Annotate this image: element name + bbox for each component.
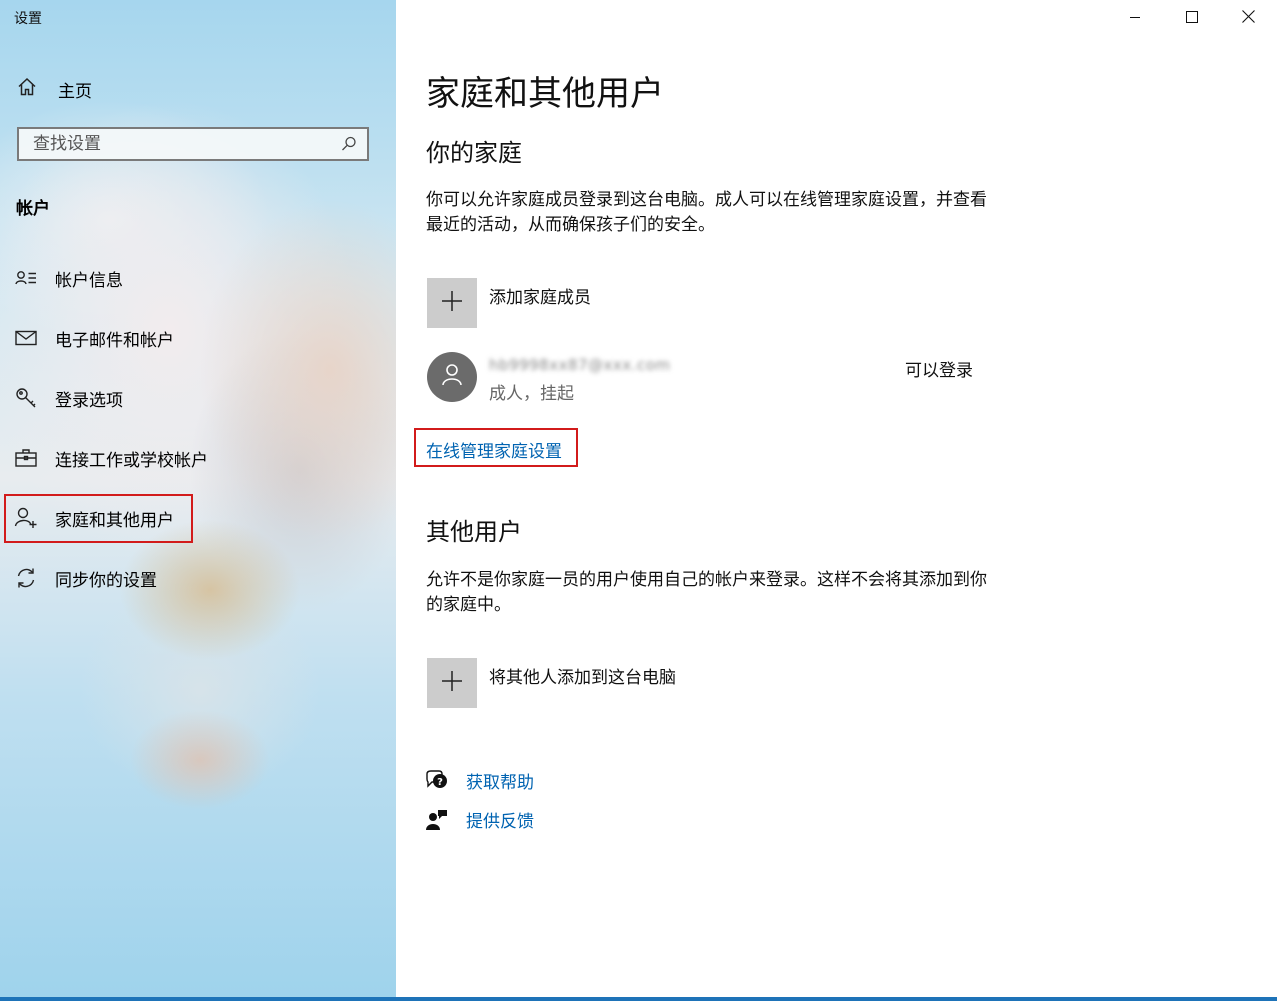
help-chat-icon: ? xyxy=(425,769,449,792)
sync-icon xyxy=(14,567,38,589)
family-heading: 你的家庭 xyxy=(426,139,522,167)
family-member-row[interactable]: hb9998xx87@xxx.com 成人，挂起 可以登录 xyxy=(427,352,987,406)
page-title: 家庭和其他用户 xyxy=(426,74,664,114)
feedback-label: 提供反馈 xyxy=(466,812,534,832)
close-icon xyxy=(1242,8,1255,27)
plus-tile xyxy=(427,658,477,708)
search-box[interactable] xyxy=(17,127,369,161)
feedback-icon xyxy=(425,809,449,831)
plus-icon xyxy=(441,290,463,316)
family-description: 你可以允许家庭成员登录到这台电脑。成人可以在线管理家庭设置，并查看最近的活动，从… xyxy=(426,190,987,235)
user-icon xyxy=(441,363,463,391)
close-button[interactable] xyxy=(1220,0,1277,34)
add-other-user-button[interactable]: 将其他人添加到这台电脑 xyxy=(427,658,676,708)
member-email: hb9998xx87@xxx.com xyxy=(489,356,671,374)
maximize-icon xyxy=(1185,8,1198,27)
get-help-link[interactable]: ? 获取帮助 xyxy=(425,768,534,793)
member-role: 成人，挂起 xyxy=(489,384,574,404)
minimize-button[interactable] xyxy=(1106,0,1163,34)
add-other-user-label: 将其他人添加到这台电脑 xyxy=(489,668,676,688)
sidebar-item-sync[interactable]: 同步你的设置 xyxy=(14,563,157,593)
sidebar-item-label: 同步你的设置 xyxy=(55,570,157,591)
avatar xyxy=(427,352,477,402)
sidebar-item-label: 帐户信息 xyxy=(55,270,123,291)
sidebar-item-label: 电子邮件和帐户 xyxy=(55,330,174,351)
sidebar-item-label: 连接工作或学校帐户 xyxy=(55,450,208,471)
search-icon[interactable] xyxy=(337,135,361,153)
manage-link-highlight xyxy=(414,428,578,467)
content-pane: 家庭和其他用户 你的家庭 你可以允许家庭成员登录到这台电脑。成人可以在线管理家庭… xyxy=(396,0,1277,997)
add-family-member-label: 添加家庭成员 xyxy=(489,288,591,308)
other-users-description: 允许不是你家庭一员的用户使用自己的帐户来登录。这样不会将其添加到你的家庭中。 xyxy=(426,570,987,615)
add-family-member-button[interactable]: 添加家庭成员 xyxy=(427,278,591,328)
selected-item-highlight xyxy=(4,494,193,543)
sidebar: 设置 主页 帐户 帐户信息 xyxy=(0,0,396,997)
maximize-button[interactable] xyxy=(1163,0,1220,34)
other-users-heading: 其他用户 xyxy=(426,518,522,546)
window-bottom-edge xyxy=(0,997,1277,1001)
sidebar-section-title: 帐户 xyxy=(16,199,50,219)
window-controls xyxy=(1106,0,1277,34)
get-help-label: 获取帮助 xyxy=(466,773,534,793)
account-info-icon xyxy=(14,269,38,287)
feedback-link[interactable]: 提供反馈 xyxy=(425,807,534,832)
plus-tile xyxy=(427,278,477,328)
key-icon xyxy=(14,387,38,409)
home-icon xyxy=(16,76,38,102)
sidebar-item-account-info[interactable]: 帐户信息 xyxy=(14,263,123,293)
sidebar-item-label: 登录选项 xyxy=(55,390,123,411)
window-title: 设置 xyxy=(14,11,42,27)
search-input[interactable] xyxy=(31,133,337,155)
mail-icon xyxy=(14,330,38,346)
sidebar-item-work-school[interactable]: 连接工作或学校帐户 xyxy=(14,443,208,473)
sidebar-item-email[interactable]: 电子邮件和帐户 xyxy=(14,323,174,353)
briefcase-icon xyxy=(14,448,38,468)
plus-icon xyxy=(441,670,463,696)
sidebar-item-sign-in-options[interactable]: 登录选项 xyxy=(14,383,123,413)
minimize-icon xyxy=(1129,8,1141,27)
nav-home[interactable]: 主页 xyxy=(16,76,92,102)
member-status: 可以登录 xyxy=(905,361,973,381)
svg-text:?: ? xyxy=(437,777,443,788)
nav-home-label: 主页 xyxy=(58,81,92,102)
